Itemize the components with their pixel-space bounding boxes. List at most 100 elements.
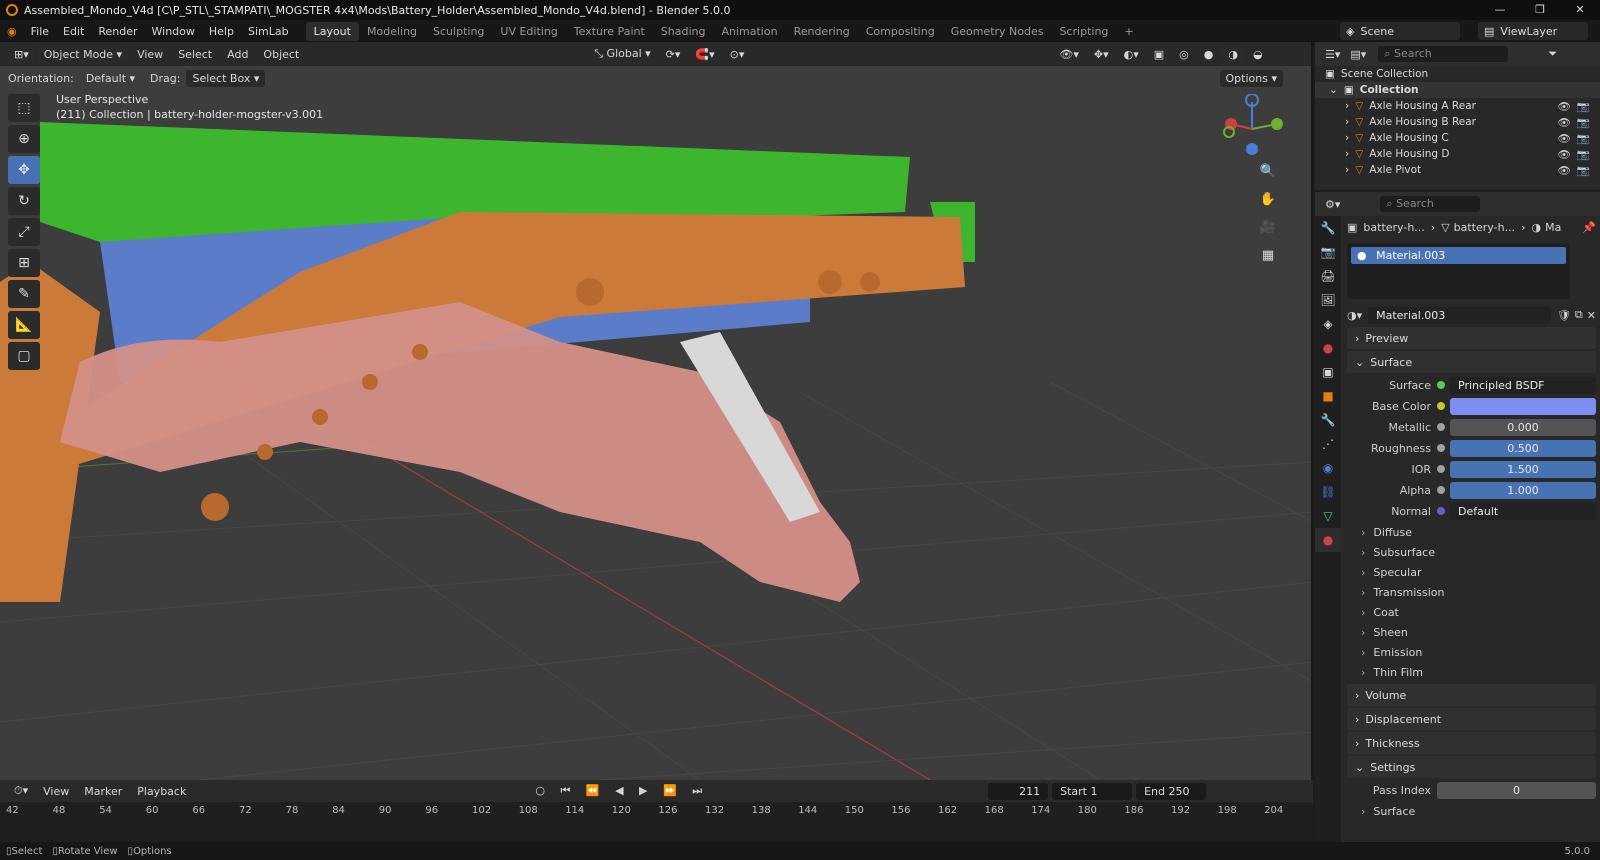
tab-compositing[interactable]: Compositing <box>858 22 943 41</box>
constraints-tab-icon[interactable]: ⛓ <box>1315 480 1341 504</box>
properties-search[interactable]: ⌕ Search <box>1380 196 1481 212</box>
subpanel-emission[interactable]: Emission <box>1343 642 1600 662</box>
display-mode-icon[interactable]: ▤▾ <box>1350 48 1366 61</box>
expand-icon[interactable]: ⌄ <box>1329 84 1338 96</box>
next-keyframe-icon[interactable]: ⏩ <box>663 784 683 797</box>
maximize-icon[interactable]: ❐ <box>1520 0 1560 20</box>
timeline-ruler[interactable]: 42 48 54 60 66 72 78 84 90 96 102 108 114 120 126 132 13… <box>0 802 1313 820</box>
subpanel-coat[interactable]: Coat <box>1343 602 1600 622</box>
minimize-icon[interactable]: — <box>1480 0 1520 20</box>
menu-view[interactable]: View <box>131 46 169 63</box>
add-cube-tool[interactable]: ▢ <box>8 342 40 370</box>
shader-field[interactable]: Principled BSDF <box>1450 376 1596 394</box>
start-frame-field[interactable]: Start 1 <box>1052 782 1133 800</box>
rotate-tool[interactable]: ↻ <box>8 187 40 215</box>
pan-hand-icon[interactable]: ✋ <box>1255 188 1281 212</box>
outliner-item[interactable]: › ▽ Axle Housing D 👁 📷 <box>1315 146 1600 162</box>
panel-surface[interactable]: ⌄ Surface <box>1347 351 1596 373</box>
material-slot-row[interactable]: ● Material.003 <box>1351 247 1566 264</box>
shader-input-field[interactable]: 0.000 <box>1450 418 1596 436</box>
output-tab-icon[interactable]: 🖨 <box>1315 264 1341 288</box>
close-icon[interactable]: ✕ <box>1560 0 1600 20</box>
world-tab-icon[interactable]: ● <box>1315 336 1341 360</box>
menu-help[interactable]: Help <box>202 25 241 38</box>
zoom-icon[interactable]: 🔍 <box>1255 160 1281 184</box>
drag-dropdown[interactable]: Select Box ▾ <box>186 69 266 87</box>
eye-icon[interactable]: 👁 <box>1558 132 1571 145</box>
pass-index-field[interactable]: 0 <box>1437 781 1596 799</box>
tab-texture-paint[interactable]: Texture Paint <box>566 22 653 41</box>
menu-edit[interactable]: Edit <box>56 25 91 38</box>
camera-icon[interactable]: 📷 <box>1577 132 1590 145</box>
jump-end-icon[interactable]: ⏭ <box>692 784 708 797</box>
camera-view-icon[interactable]: 🎥 <box>1255 216 1281 240</box>
tab-modeling[interactable]: Modeling <box>359 22 425 41</box>
move-tool[interactable]: ✥ <box>8 156 40 184</box>
eye-icon[interactable]: 👁 <box>1558 100 1571 113</box>
prev-keyframe-icon[interactable]: ⏪ <box>586 784 606 797</box>
panel-preview[interactable]: › Preview <box>1347 327 1596 349</box>
panel-volume[interactable]: › Volume <box>1347 684 1596 706</box>
shading-material-icon[interactable]: ◑ <box>1222 45 1244 63</box>
shader-input-field[interactable]: 1.500 <box>1450 460 1596 478</box>
duplicate-icon[interactable]: ⧉ <box>1575 308 1583 322</box>
material-tab-icon[interactable]: ● <box>1315 528 1341 552</box>
tab-scripting[interactable]: Scripting <box>1051 22 1116 41</box>
camera-icon[interactable]: 📷 <box>1577 148 1590 161</box>
material-name-field[interactable]: Material.003 <box>1368 306 1551 324</box>
outliner-search[interactable]: ⌕ Search <box>1378 46 1509 62</box>
shader-input-field[interactable] <box>1450 397 1596 415</box>
outliner-item[interactable]: › ▽ Axle Housing A Rear 👁 📷 <box>1315 98 1600 114</box>
tab-geometry-nodes[interactable]: Geometry Nodes <box>943 22 1052 41</box>
orientation-dropdown[interactable]: Default ▾ <box>80 70 141 87</box>
camera-icon[interactable]: 📷 <box>1577 116 1590 129</box>
menu-select[interactable]: Select <box>172 46 218 63</box>
menu-add[interactable]: Add <box>221 46 254 63</box>
eye-icon[interactable]: 👁 <box>1558 116 1571 129</box>
transform-tool[interactable]: ⊞ <box>8 249 40 277</box>
outliner-item[interactable]: › ▽ Axle Housing B Rear 👁 📷 <box>1315 114 1600 130</box>
snap-icon[interactable]: 🧲▾ <box>689 46 720 63</box>
subpanel-subsurface[interactable]: Subsurface <box>1343 542 1600 562</box>
menu-render[interactable]: Render <box>91 25 144 38</box>
panel-thickness[interactable]: › Thickness <box>1347 732 1596 754</box>
unlink-icon[interactable]: ✕ <box>1587 309 1596 322</box>
tool-tab-icon[interactable]: 🔧 <box>1315 216 1341 240</box>
record-icon[interactable]: ○ <box>535 784 551 797</box>
shading-rendered-icon[interactable]: ◒ <box>1247 46 1269 63</box>
blender-menu-icon[interactable]: ◉ <box>0 25 24 38</box>
panel-settings[interactable]: ⌄ Settings <box>1347 756 1596 778</box>
viewlayer-selector[interactable]: ▤ ViewLayer <box>1478 22 1588 40</box>
outliner-item[interactable]: › ▽ Axle Housing C 👁 📷 <box>1315 130 1600 146</box>
tab-uv-editing[interactable]: UV Editing <box>492 22 565 41</box>
mode-selector[interactable]: Object Mode ▾ <box>37 45 129 63</box>
select-box-tool[interactable]: ⬚ <box>8 94 40 122</box>
fake-user-icon[interactable]: 🛡 <box>1557 309 1571 322</box>
data-tab-icon[interactable]: ▽ <box>1315 504 1341 528</box>
eye-icon[interactable]: 👁 <box>1558 164 1571 177</box>
tab-sculpting[interactable]: Sculpting <box>425 22 492 41</box>
perspective-grid-icon[interactable]: ▦ <box>1255 244 1281 268</box>
panel-displacement[interactable]: › Displacement <box>1347 708 1596 730</box>
shading-solid-icon[interactable]: ● <box>1198 46 1220 63</box>
jump-start-icon[interactable]: ⏮ <box>560 784 576 797</box>
menu-object[interactable]: Object <box>257 46 305 63</box>
cursor-tool[interactable]: ⊕ <box>8 125 40 153</box>
outliner-editor-icon[interactable]: ☰▾ <box>1325 48 1340 61</box>
tab-rendering[interactable]: Rendering <box>786 22 858 41</box>
pivot-icon[interactable]: ⟳▾ <box>660 46 687 63</box>
add-workspace-icon[interactable]: + <box>1116 22 1141 41</box>
shader-input-field[interactable]: Default <box>1450 502 1596 520</box>
overlay-icon[interactable]: ◐▾ <box>1118 46 1145 63</box>
xray-icon[interactable]: ▣ <box>1148 46 1170 63</box>
timeline-editor-icon[interactable]: ⏱▾ <box>8 782 34 800</box>
collection-tab-icon[interactable]: ▣ <box>1315 360 1341 384</box>
proportional-edit-icon[interactable]: ⊙▾ <box>724 46 751 63</box>
physics-tab-icon[interactable]: ◉ <box>1315 456 1341 480</box>
object-tab-icon[interactable]: ■ <box>1315 384 1341 408</box>
measure-tool[interactable]: 📐 <box>8 311 40 339</box>
scene-tab-icon[interactable]: ◈ <box>1315 312 1341 336</box>
timeline-menu-view[interactable]: View <box>37 783 75 800</box>
end-frame-field[interactable]: End 250 <box>1136 782 1207 800</box>
subpanel-specular[interactable]: Specular <box>1343 562 1600 582</box>
